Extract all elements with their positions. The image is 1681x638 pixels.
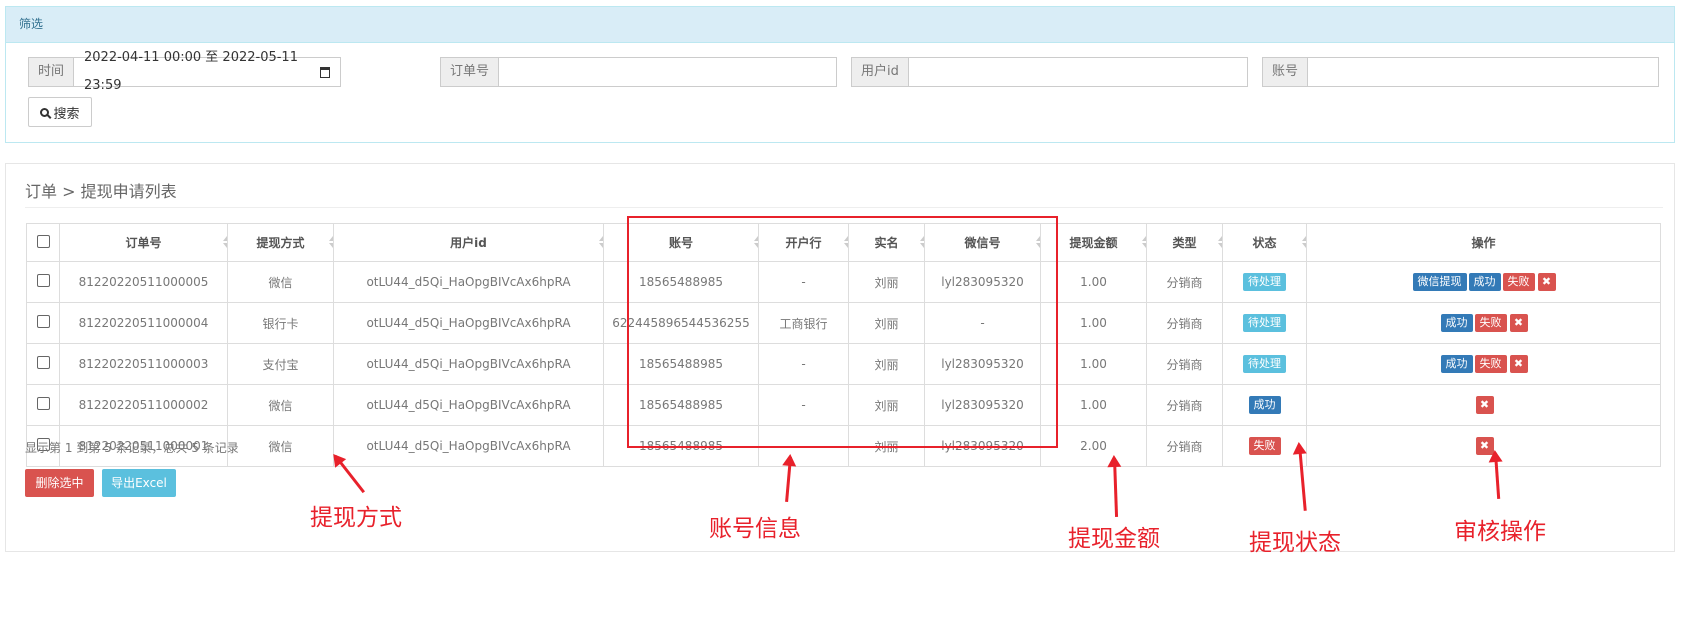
- user-id-group: 用户id: [851, 57, 1248, 87]
- export-excel-button[interactable]: 导出Excel: [102, 469, 176, 497]
- cell-user: otLU44_d5Qi_HaOpgBIVcAx6hpRA: [333, 302, 604, 344]
- row-select[interactable]: [26, 384, 60, 426]
- reject-button[interactable]: 失败: [1502, 273, 1535, 292]
- row-checkbox[interactable]: [36, 274, 50, 287]
- pagination-summary: 显示第 1 到第 5 条记录，总共 5 条记录: [25, 441, 239, 455]
- header-method[interactable]: 提现方式: [227, 223, 334, 262]
- cell-actions: 成功 失败 ✖: [1306, 302, 1661, 344]
- row-checkbox[interactable]: [36, 315, 50, 328]
- account-input[interactable]: [1308, 58, 1658, 86]
- cell-type: 分销商: [1146, 384, 1223, 426]
- cell-order: 81220220511000005: [59, 261, 228, 303]
- annotation-amount: 提现金额: [1068, 526, 1160, 552]
- cell-user: otLU44_d5Qi_HaOpgBIVcAx6hpRA: [333, 261, 604, 303]
- annotation-account-info: 账号信息: [709, 516, 801, 542]
- time-range-group: 时间 2022-04-11 00:00 至 2022-05-11 23:59: [28, 50, 341, 93]
- account-group: 账号: [1262, 57, 1659, 87]
- status-badge: 待处理: [1243, 273, 1286, 291]
- cell-user: otLU44_d5Qi_HaOpgBIVcAx6hpRA: [333, 425, 604, 467]
- account-label: 账号: [1263, 58, 1309, 86]
- header-user[interactable]: 用户id: [333, 223, 604, 262]
- cell-actions: 成功 失败 ✖: [1306, 343, 1661, 385]
- search-button[interactable]: 搜索: [28, 97, 92, 127]
- header-order[interactable]: 订单号: [59, 223, 228, 262]
- approve-button[interactable]: 成功: [1468, 273, 1501, 292]
- cell-actions: ✖: [1306, 425, 1661, 467]
- order-number-input[interactable]: [499, 58, 836, 86]
- time-range-value: 2022-04-11 00:00 至 2022-05-11 23:59: [84, 50, 298, 93]
- status-badge: 成功: [1248, 396, 1281, 414]
- cell-user: otLU44_d5Qi_HaOpgBIVcAx6hpRA: [333, 384, 604, 426]
- cell-actions: ✖: [1306, 384, 1661, 426]
- search-button-label: 搜索: [53, 106, 80, 122]
- status-badge: 失败: [1248, 437, 1281, 455]
- cell-type: 分销商: [1146, 261, 1223, 303]
- header-actions: 操作: [1306, 223, 1661, 262]
- cell-method: 银行卡: [227, 302, 334, 344]
- filter-panel: 筛选 时间 2022-04-11 00:00 至 2022-05-11 23:5…: [5, 6, 1675, 143]
- approve-button[interactable]: 成功: [1440, 314, 1473, 333]
- row-select[interactable]: [26, 261, 60, 303]
- row-checkbox[interactable]: [36, 397, 50, 410]
- cell-status: 成功: [1222, 384, 1307, 426]
- cell-status: 待处理: [1222, 261, 1307, 303]
- close-icon[interactable]: ✖: [1475, 396, 1494, 414]
- wechat-withdraw-button[interactable]: 微信提现: [1412, 273, 1467, 292]
- cell-method: 微信: [227, 384, 334, 426]
- order-number-label: 订单号: [441, 58, 500, 86]
- cell-type: 分销商: [1146, 343, 1223, 385]
- cell-order: 81220220511000002: [59, 384, 228, 426]
- time-label: 时间: [29, 58, 75, 86]
- row-select[interactable]: [26, 302, 60, 344]
- select-all-header[interactable]: [26, 223, 60, 262]
- select-all-checkbox[interactable]: [36, 234, 50, 248]
- close-icon[interactable]: ✖: [1537, 272, 1556, 291]
- account-info-highlight-box: [627, 216, 1058, 448]
- cell-status: 待处理: [1222, 302, 1307, 344]
- cell-method: 支付宝: [227, 343, 334, 385]
- row-select[interactable]: [26, 343, 60, 385]
- delete-selected-button[interactable]: 删除选中: [25, 469, 94, 497]
- cell-order: 81220220511000003: [59, 343, 228, 385]
- user-id-input[interactable]: [908, 58, 1247, 86]
- reject-button[interactable]: 失败: [1474, 355, 1507, 374]
- annotation-method: 提现方式: [310, 505, 402, 531]
- cell-type: 分销商: [1146, 302, 1223, 344]
- row-checkbox[interactable]: [36, 356, 50, 369]
- cell-status: 待处理: [1222, 343, 1307, 385]
- user-id-label: 用户id: [852, 58, 909, 86]
- cell-type: 分销商: [1146, 425, 1223, 467]
- approve-button[interactable]: 成功: [1440, 355, 1473, 374]
- calendar-icon[interactable]: [319, 66, 330, 78]
- filter-title: 筛选: [6, 7, 1674, 43]
- reject-button[interactable]: 失败: [1474, 314, 1507, 333]
- time-range-input[interactable]: 2022-04-11 00:00 至 2022-05-11 23:59: [74, 50, 340, 93]
- annotation-actions: 审核操作: [1454, 519, 1546, 545]
- order-number-group: 订单号: [440, 57, 837, 87]
- annotation-status: 提现状态: [1249, 530, 1341, 556]
- close-icon[interactable]: ✖: [1509, 354, 1528, 373]
- breadcrumb: 订单 > 提现申请列表: [25, 182, 177, 201]
- status-badge: 待处理: [1243, 355, 1286, 373]
- close-icon[interactable]: ✖: [1509, 313, 1528, 332]
- header-status[interactable]: 状态: [1222, 223, 1307, 262]
- search-icon: [40, 107, 50, 117]
- header-type[interactable]: 类型: [1146, 223, 1223, 262]
- status-badge: 待处理: [1243, 314, 1286, 332]
- cell-method: 微信: [227, 261, 334, 303]
- breadcrumb-divider: [25, 207, 1663, 208]
- cell-method: 微信: [227, 425, 334, 467]
- cell-order: 81220220511000004: [59, 302, 228, 344]
- cell-user: otLU44_d5Qi_HaOpgBIVcAx6hpRA: [333, 343, 604, 385]
- cell-actions: 微信提现 成功 失败 ✖: [1306, 261, 1661, 303]
